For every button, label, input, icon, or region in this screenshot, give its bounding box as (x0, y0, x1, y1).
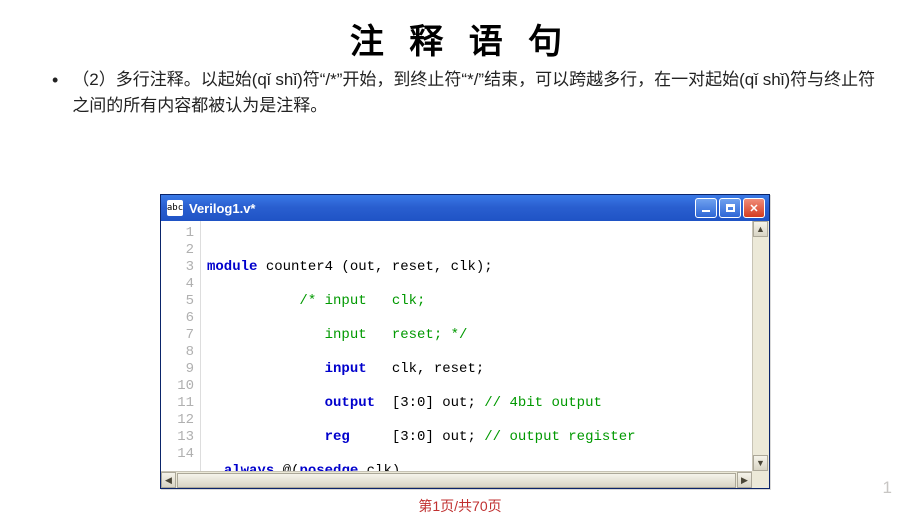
scroll-up-icon[interactable]: ▲ (753, 221, 768, 237)
app-icon: abc (167, 200, 183, 216)
scroll-right-icon[interactable]: ▶ (737, 472, 752, 488)
window-titlebar: abc Verilog1.v* ✕ (161, 195, 769, 221)
scroll-down-icon[interactable]: ▼ (753, 455, 768, 471)
scroll-corner (752, 471, 769, 488)
bullet-text: （2）多行注释。以起始(qǐ shǐ)符“/*”开始，到终止符“*/”结束，可以… (72, 67, 880, 118)
line-gutter: 1 2 3 4 5 6 7 8 9 10 11 12 13 14 (161, 221, 201, 471)
hscroll-thumb[interactable] (177, 473, 736, 488)
footer-text: 第1页/共70页 (418, 496, 501, 516)
slide-title: 注 释 语 句 (0, 0, 920, 63)
page-number: 1 (883, 478, 892, 498)
horizontal-scrollbar[interactable]: ◀ ▶ (161, 471, 752, 488)
scroll-left-icon[interactable]: ◀ (161, 472, 176, 488)
editor-window: abc Verilog1.v* ✕ 1 2 3 4 5 6 7 8 9 10 1… (160, 194, 770, 489)
editor-body: 1 2 3 4 5 6 7 8 9 10 11 12 13 14 module … (161, 221, 769, 471)
window-title: Verilog1.v* (189, 201, 255, 216)
vertical-scrollbar[interactable]: ▲ ▼ (752, 221, 769, 471)
maximize-button[interactable] (719, 198, 741, 218)
bullet-row: • （2）多行注释。以起始(qǐ shǐ)符“/*”开始，到终止符“*/”结束，… (0, 63, 920, 118)
close-button[interactable]: ✕ (743, 198, 765, 218)
bullet-dot: • (52, 67, 58, 94)
code-area[interactable]: module counter4 (out, reset, clk); /* in… (201, 221, 752, 471)
minimize-button[interactable] (695, 198, 717, 218)
